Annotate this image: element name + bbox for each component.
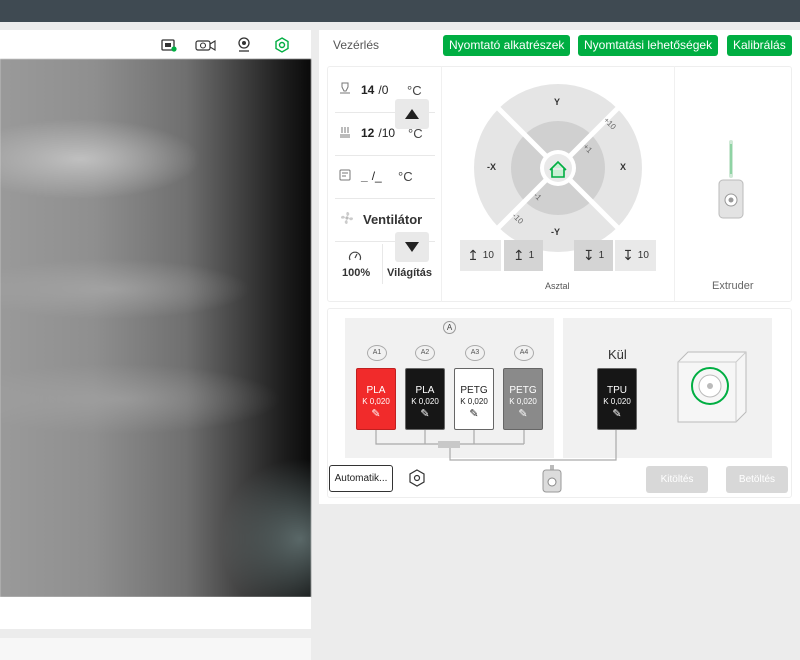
slot-a2-type: PLA (415, 385, 435, 396)
bed-up-10-button[interactable]: ↥ 10 (460, 240, 501, 271)
chamber-icon (339, 169, 355, 184)
ams-slot-a2[interactable]: PLA K 0,020 ✎ (405, 368, 445, 430)
camera-feed (0, 59, 311, 597)
window-title-bar (0, 0, 800, 22)
slot-a2-k: K 0,020 (411, 397, 439, 406)
load-button[interactable]: Betöltés (726, 466, 788, 493)
slot-label-a2: A2 (415, 345, 435, 361)
nozzle-current: 14 (361, 83, 375, 97)
light-label: Világítás (387, 267, 433, 279)
external-k: K 0,020 (603, 397, 631, 406)
extruder-up-button[interactable] (395, 99, 429, 129)
fan-label: Ventilátor (363, 212, 423, 227)
print-options-button[interactable]: Nyomtatási lehetőségek (578, 35, 719, 56)
calibration-button[interactable]: Kalibrálás (727, 35, 792, 56)
fan-toggle[interactable]: Ventilátor (339, 210, 422, 229)
external-label: Kül (608, 347, 627, 362)
slot-a4-k: K 0,020 (509, 397, 537, 406)
slot-a3-type: PETG (460, 385, 488, 396)
bed-label: Asztal (545, 281, 570, 291)
control-title: Vezérlés (333, 38, 380, 52)
slot-label-a3: A3 (465, 345, 485, 361)
divider (335, 198, 435, 199)
bed-current: 12 (361, 126, 375, 140)
heatbed-icon (339, 126, 355, 141)
slot-a3-k: K 0,020 (460, 397, 488, 406)
bed-up-1-button[interactable]: ↥ 1 (504, 240, 543, 271)
bed-down-10-button[interactable]: ↧ 10 (615, 240, 656, 271)
bed-up-10-label: 10 (482, 250, 494, 261)
bed-target: /10 (378, 126, 396, 140)
webcam-icon[interactable] (235, 36, 253, 53)
ams-unit-label[interactable]: A (443, 321, 456, 334)
bed-down-1-label: 1 (598, 250, 605, 261)
extruder-graphic (718, 140, 744, 219)
bed-down-10-label: 10 (637, 250, 649, 261)
jog-x-plus[interactable]: X (620, 162, 626, 172)
nozzle-temp[interactable]: 14 /0 (339, 80, 388, 100)
chamber-temp[interactable]: _ /_ (339, 166, 382, 186)
edit-icon[interactable]: ✎ (455, 409, 493, 420)
divider (674, 66, 675, 302)
record-icon[interactable] (160, 36, 178, 53)
external-type: TPU (607, 385, 627, 396)
jog-y-plus[interactable]: Y (554, 97, 560, 107)
divider (335, 155, 435, 156)
fan-icon (339, 210, 355, 229)
extruder-hotend-icon (542, 465, 562, 493)
slot-a1-k: K 0,020 (362, 397, 390, 406)
edit-icon[interactable]: ✎ (357, 409, 395, 420)
timelapse-icon[interactable] (195, 36, 217, 53)
triangle-down-icon (405, 242, 419, 252)
extruder-down-button[interactable] (395, 232, 429, 262)
divider (382, 244, 383, 284)
bed-down-1-button[interactable]: ↧ 1 (574, 240, 613, 271)
filament-path (375, 430, 617, 461)
printer-parts-button[interactable]: Nyomtató alkatrészek (443, 35, 571, 56)
speed-icon[interactable] (348, 249, 362, 267)
chamber-target: /_ (371, 169, 382, 183)
camera-footer (0, 597, 311, 629)
nozzle-target: /0 (378, 83, 389, 97)
chamber-unit: °C (398, 169, 413, 184)
status-strip (0, 638, 311, 660)
ams-slot-a1[interactable]: PLA K 0,020 ✎ (356, 368, 396, 430)
slot-label-a4: A4 (514, 345, 534, 361)
slot-a4-type: PETG (509, 385, 537, 396)
jog-x-minus[interactable]: -X (487, 162, 496, 172)
ams-settings-icon[interactable] (273, 36, 291, 53)
edit-icon[interactable]: ✎ (406, 409, 444, 420)
divider (441, 66, 442, 302)
nozzle-unit: °C (407, 83, 422, 98)
bed-up-1-label: 1 (528, 250, 535, 261)
slot-label-a1: A1 (367, 345, 387, 361)
chamber-current: _ (361, 169, 368, 183)
unload-button[interactable]: Kitöltés (646, 466, 708, 493)
camera-toolbar (0, 30, 311, 59)
triangle-up-icon (405, 109, 419, 119)
external-spool-slot[interactable]: TPU K 0,020 ✎ (597, 368, 637, 430)
printer-spool-graphic (677, 351, 747, 423)
bed-temp[interactable]: 12 /10 (339, 123, 395, 143)
nozzle-icon (339, 82, 355, 98)
ams-slot-a4[interactable]: PETG K 0,020 ✎ (503, 368, 543, 430)
speed-value: 100% (342, 267, 371, 279)
ams-slot-a3[interactable]: PETG K 0,020 ✎ (454, 368, 494, 430)
auto-refill-button[interactable]: Automatik... (329, 465, 393, 492)
edit-icon[interactable]: ✎ (598, 409, 636, 420)
edit-icon[interactable]: ✎ (504, 409, 542, 420)
slot-a1-type: PLA (366, 385, 386, 396)
jog-y-minus[interactable]: -Y (551, 227, 560, 237)
extruder-label: Extruder (712, 280, 754, 292)
ams-settings-icon[interactable] (408, 469, 426, 492)
